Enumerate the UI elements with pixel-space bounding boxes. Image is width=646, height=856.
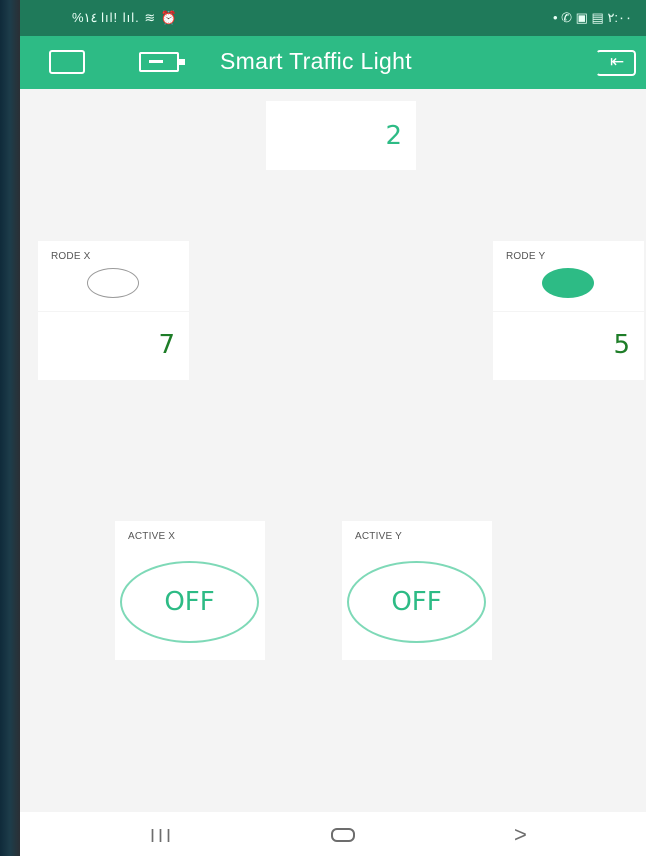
navigation-bar: III >: [20, 812, 646, 856]
rode-x-value: 7: [158, 330, 175, 360]
phone-screen: %١٤ lıl! lıl. ≋ ⏰ • ✆ ▣ ▤ ٢:٠٠ Smart Tra…: [20, 0, 646, 856]
status-right-icons: • ✆ ▣ ▤ ٢:٠٠: [552, 10, 632, 25]
active-y-widget: ACTIVE Y OFF: [342, 521, 492, 660]
active-x-widget: ACTIVE X OFF: [115, 521, 265, 660]
home-button[interactable]: [331, 828, 355, 842]
square-icon[interactable]: [49, 50, 85, 74]
status-left-icons: %١٤ lıl! lıl. ≋ ⏰: [72, 10, 179, 25]
exit-icon[interactable]: ⇤: [596, 50, 636, 76]
back-button[interactable]: >: [514, 822, 527, 848]
top-value-display: 2: [266, 101, 416, 170]
rode-y-value: 5: [613, 330, 630, 360]
top-value: 2: [385, 121, 402, 151]
rode-x-value-widget: 7: [38, 312, 189, 380]
active-x-button[interactable]: OFF: [120, 561, 259, 643]
status-bar: %١٤ lıl! lıl. ≋ ⏰ • ✆ ▣ ▤ ٢:٠٠: [20, 0, 646, 36]
active-y-button[interactable]: OFF: [347, 561, 486, 643]
rode-y-label: RODE Y: [506, 251, 546, 262]
recent-apps-button[interactable]: III: [150, 826, 174, 847]
rode-x-led-widget: RODE X: [38, 241, 189, 311]
rode-y-led-icon: [542, 268, 594, 298]
rode-x-led-icon: [87, 268, 139, 298]
app-bar: Smart Traffic Light ⇤: [20, 36, 646, 89]
device-icon[interactable]: [139, 50, 185, 74]
app-title: Smart Traffic Light: [220, 48, 412, 74]
rode-y-value-widget: 5: [493, 312, 644, 380]
rode-x-label: RODE X: [51, 251, 91, 262]
active-y-label: ACTIVE Y: [355, 531, 402, 542]
active-x-label: ACTIVE X: [128, 531, 176, 542]
rode-y-led-widget: RODE Y: [493, 241, 644, 311]
